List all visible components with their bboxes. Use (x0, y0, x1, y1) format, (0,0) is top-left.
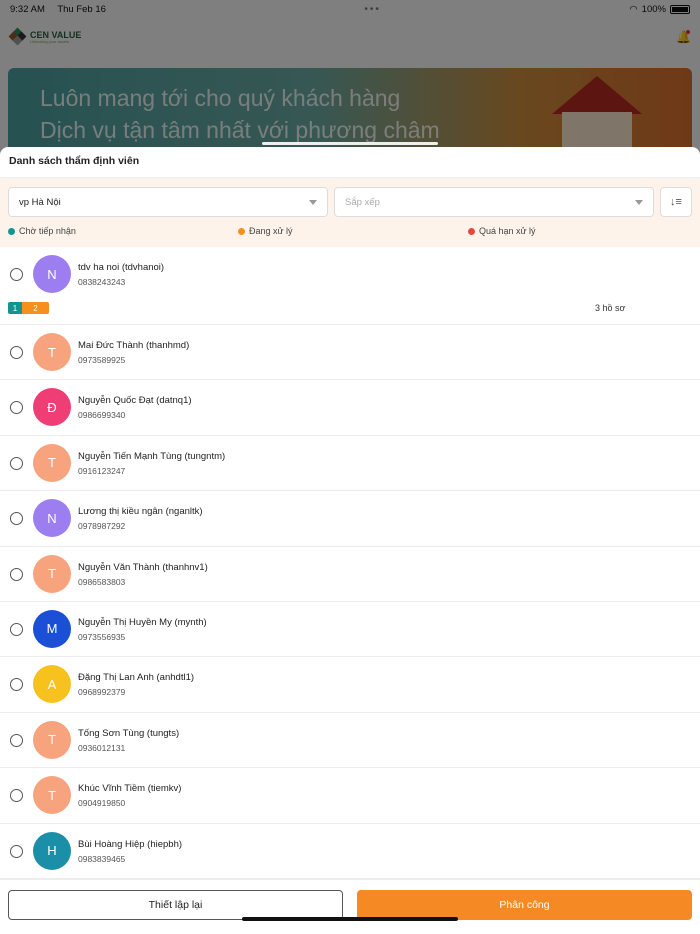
appraiser-sheet: Danh sách thẩm định viên vp Hà Nội Sắp x… (0, 147, 700, 934)
appraiser-phone: 0838243243 (78, 277, 126, 287)
select-radio[interactable] (10, 678, 23, 692)
sort-select[interactable]: Sắp xếp (334, 187, 654, 217)
filter-area: vp Hà Nội Sắp xếp ↓≡ Chờ tiếp nhận Đang … (0, 177, 700, 247)
workload-bar: 1 2 (8, 302, 49, 314)
appraiser-phone: 0973589925 (78, 355, 126, 365)
processing-count: 2 (22, 302, 49, 314)
select-radio[interactable] (10, 567, 23, 581)
select-radio[interactable] (10, 268, 23, 281)
chevron-down-icon (309, 200, 317, 205)
avatar: H (33, 831, 71, 870)
legend-dot-processing (238, 227, 245, 235)
table-row[interactable]: T Khúc Vĩnh Tiềm (tiemkv) 0904919850 (0, 768, 700, 824)
office-select[interactable]: vp Hà Nội (8, 187, 328, 217)
status-legend: Chờ tiếp nhận Đang xử lý Quá hạn xử lý (0, 222, 700, 244)
table-row[interactable]: H Bùi Hoàng Hiệp (hiepbh) 0983839465 (0, 824, 700, 879)
select-radio[interactable] (10, 622, 23, 636)
reset-button[interactable]: Thiết lập lại (8, 890, 343, 920)
table-row[interactable]: T Nguyễn Văn Thành (thanhnv1) 0986583803 (0, 547, 700, 602)
appraiser-name: tdv ha noi (tdvhanoi) (78, 262, 165, 273)
avatar: T (33, 776, 71, 815)
table-row[interactable]: A Đặng Thị Lan Anh (anhdtl1) 0968992379 (0, 657, 700, 713)
appraiser-phone: 0983839465 (78, 853, 126, 864)
sheet-title: Danh sách thẩm định viên (9, 155, 140, 167)
table-row[interactable]: Đ Nguyễn Quốc Đạt (datnq1) 0986699340 (0, 380, 700, 436)
avatar: T (33, 443, 71, 482)
assign-button[interactable]: Phân công (357, 890, 692, 920)
appraiser-phone: 0973556935 (78, 631, 126, 642)
appraiser-name: Lương thị kiều ngân (nganltk) (78, 506, 203, 518)
select-radio[interactable] (10, 401, 23, 415)
legend-label-processing: Đang xử lý (249, 226, 293, 236)
appraiser-name: Nguyễn Tiến Mạnh Tùng (tungntm) (78, 450, 226, 462)
legend-item-processing: Đang xử lý (238, 226, 293, 236)
file-count: 3 hồ sơ (595, 303, 626, 313)
appraiser-name: Bùi Hoàng Hiệp (hiepbh) (78, 838, 183, 850)
select-radio[interactable] (10, 346, 23, 359)
select-radio[interactable] (10, 512, 23, 526)
appraiser-phone: 0916123247 (78, 465, 126, 476)
table-row[interactable]: N tdv ha noi (tdvhanoi) 0838243243 1 2 3… (0, 247, 700, 325)
sort-select-placeholder: Sắp xếp (345, 196, 380, 208)
avatar: N (33, 499, 71, 538)
legend-dot-pending (8, 227, 15, 235)
sort-order-button[interactable]: ↓≡ (660, 187, 692, 217)
pending-count: 1 (8, 302, 22, 314)
select-radio[interactable] (10, 733, 23, 747)
legend-item-pending: Chờ tiếp nhận (8, 226, 76, 236)
appraiser-name: Nguyễn Văn Thành (thanhnv1) (78, 561, 208, 573)
appraiser-phone: 0968992379 (78, 687, 126, 698)
appraiser-phone: 0936012131 (78, 742, 126, 753)
appraiser-list: N tdv ha noi (tdvhanoi) 0838243243 1 2 3… (0, 247, 700, 879)
appraiser-phone: 0904919850 (78, 798, 126, 809)
appraiser-name: Mai Đức Thành (thanhmd) (78, 340, 190, 351)
table-row[interactable]: T Tống Sơn Tùng (tungts) 0936012131 (0, 713, 700, 769)
appraiser-name: Nguyễn Thị Huyền My (mynth) (78, 616, 207, 628)
select-radio[interactable] (10, 844, 23, 858)
legend-label-pending: Chờ tiếp nhận (19, 226, 76, 236)
table-row[interactable]: N Lương thị kiều ngân (nganltk) 09789872… (0, 491, 700, 547)
sort-order-icon: ↓≡ (670, 196, 682, 208)
appraiser-name: Tống Sơn Tùng (tungts) (78, 727, 180, 739)
office-select-value: vp Hà Nội (19, 196, 61, 208)
appraiser-name: Nguyễn Quốc Đạt (datnq1) (78, 395, 192, 407)
appraiser-name: Khúc Vĩnh Tiềm (tiemkv) (78, 783, 182, 795)
legend-item-overdue: Quá hạn xử lý (468, 226, 536, 236)
appraiser-name: Đặng Thị Lan Anh (anhdtl1) (78, 672, 195, 684)
table-row[interactable]: M Nguyễn Thị Huyền My (mynth) 0973556935 (0, 602, 700, 658)
avatar: T (33, 720, 71, 759)
avatar: T (33, 333, 71, 371)
legend-label-overdue: Quá hạn xử lý (479, 226, 536, 236)
appraiser-phone: 0986583803 (78, 576, 126, 587)
sheet-drag-handle[interactable] (262, 142, 438, 145)
avatar: M (33, 609, 71, 648)
appraiser-phone: 0986699340 (78, 410, 126, 421)
select-radio[interactable] (10, 789, 23, 803)
table-row[interactable]: T Nguyễn Tiến Mạnh Tùng (tungntm) 091612… (0, 436, 700, 492)
home-indicator[interactable] (242, 917, 458, 921)
avatar: A (33, 665, 71, 704)
sheet-footer: Thiết lập lại Phân công (0, 879, 700, 934)
appraiser-phone: 0978987292 (78, 521, 126, 532)
legend-dot-overdue (468, 227, 475, 235)
table-row[interactable]: T Mai Đức Thành (thanhmd) 0973589925 (0, 325, 700, 381)
avatar: T (33, 554, 71, 593)
avatar: N (33, 255, 71, 293)
chevron-down-icon (635, 200, 643, 205)
avatar: Đ (33, 388, 71, 427)
select-radio[interactable] (10, 456, 23, 470)
